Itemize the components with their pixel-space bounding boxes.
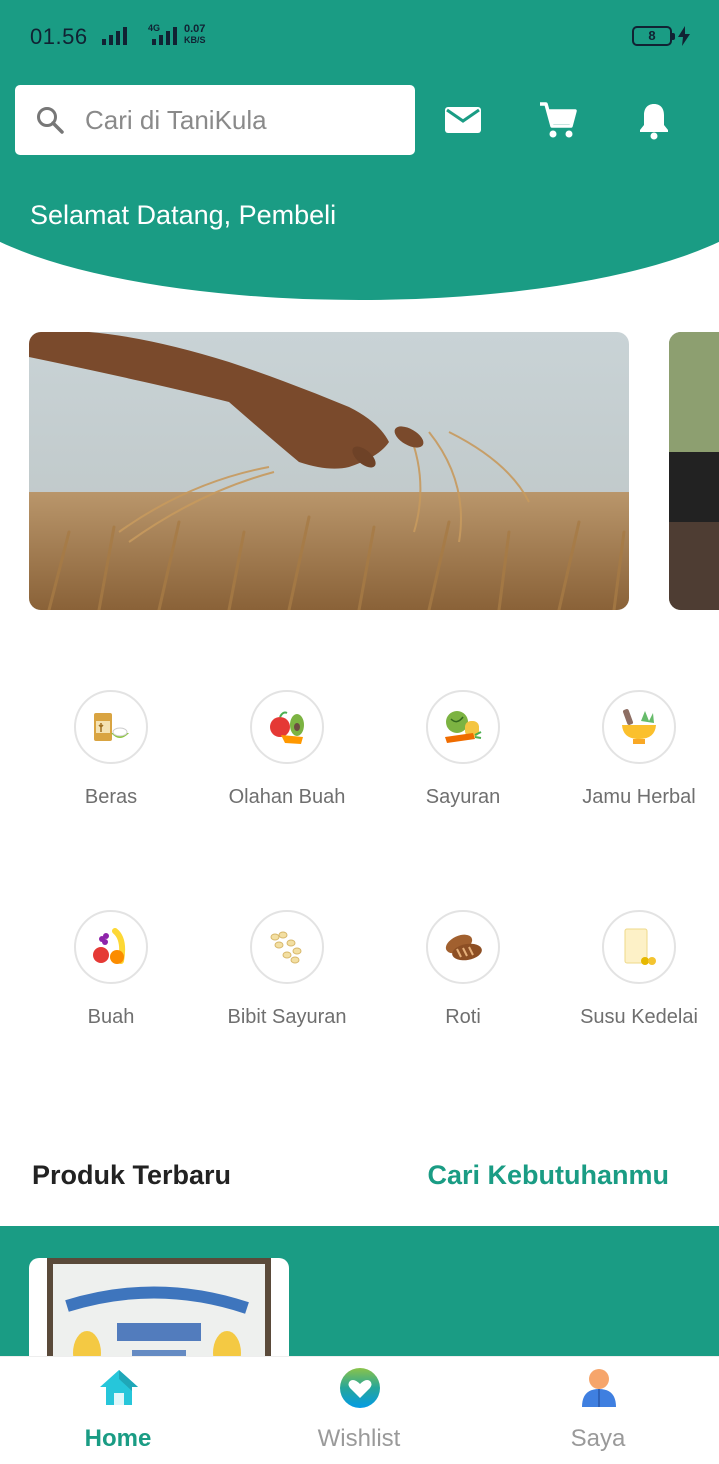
rice-icon xyxy=(94,713,129,741)
status-bar: 01.56 4G 0.07 KB/S 8 xyxy=(0,0,719,72)
category-label: Sayuran xyxy=(425,786,501,808)
banner-slide-next[interactable] xyxy=(669,332,719,610)
soy-milk-icon xyxy=(624,928,656,965)
nav-saya[interactable]: Saya xyxy=(498,1357,698,1464)
category-label: Bibit Sayuran xyxy=(227,1006,347,1028)
search-bar[interactable] xyxy=(15,85,415,155)
category-label: Roti xyxy=(445,1006,481,1028)
seeds-icon xyxy=(270,931,302,964)
nav-home[interactable]: Home xyxy=(18,1357,218,1464)
nav-label-saya: Saya xyxy=(570,1425,626,1452)
bottom-nav: Home Wishlist Saya xyxy=(0,1356,719,1464)
category-jamu-herbal[interactable]: Jamu Herbal xyxy=(551,690,719,809)
category-bibit-sayuran[interactable]: Bibit Sayuran xyxy=(199,910,375,1029)
fruit-icon xyxy=(93,928,126,964)
header: 01.56 4G 0.07 KB/S 8 Cari di TaniKula Se… xyxy=(0,0,719,300)
mail-icon[interactable] xyxy=(443,100,483,140)
category-label: Buah xyxy=(87,1006,135,1028)
home-icon xyxy=(100,1370,138,1405)
category-label: Susu Kedelai xyxy=(580,1006,698,1028)
category-susu-kedelai[interactable]: Susu Kedelai xyxy=(551,910,719,1029)
bell-icon[interactable] xyxy=(634,100,674,140)
nav-wishlist[interactable]: Wishlist xyxy=(259,1357,459,1464)
status-time: 01.56 xyxy=(30,24,88,49)
nav-label-wishlist: Wishlist xyxy=(317,1425,401,1452)
section-title-produk-terbaru: Produk Terbaru xyxy=(32,1160,232,1190)
category-label: Jamu Herbal xyxy=(582,786,696,808)
search-input[interactable] xyxy=(85,103,395,137)
cart-icon[interactable] xyxy=(538,100,578,140)
user-icon xyxy=(582,1369,616,1407)
category-label: Olahan Buah xyxy=(228,786,346,808)
battery-icon: 8 xyxy=(632,26,675,46)
network-speed: 0.07 KB/S xyxy=(184,23,206,46)
search-icon xyxy=(37,107,64,134)
welcome-text: Selamat Datang, Pembeli xyxy=(30,200,337,230)
category-beras[interactable]: Beras xyxy=(23,690,199,809)
charging-icon xyxy=(678,26,690,46)
signal-icon-2 xyxy=(152,27,177,45)
farm-image xyxy=(669,332,719,610)
processed-fruit-icon xyxy=(270,711,304,744)
signal-icon xyxy=(102,27,127,45)
nav-label-home: Home xyxy=(84,1425,152,1452)
vegetables-icon xyxy=(445,711,482,743)
cari-kebutuhanmu-link[interactable]: Cari Kebutuhanmu xyxy=(427,1160,669,1191)
bread-icon xyxy=(445,934,482,961)
category-olahan-buah[interactable]: Olahan Buah xyxy=(199,690,375,809)
category-sayuran[interactable]: Sayuran xyxy=(375,690,551,809)
category-label: Beras xyxy=(84,786,138,808)
herbal-mortar-icon xyxy=(622,709,656,744)
heart-icon xyxy=(340,1368,380,1408)
category-roti[interactable]: Roti xyxy=(375,910,551,1029)
wheat-field-image xyxy=(29,332,629,610)
category-buah[interactable]: Buah xyxy=(23,910,199,1029)
banner-slide[interactable] xyxy=(29,332,629,610)
